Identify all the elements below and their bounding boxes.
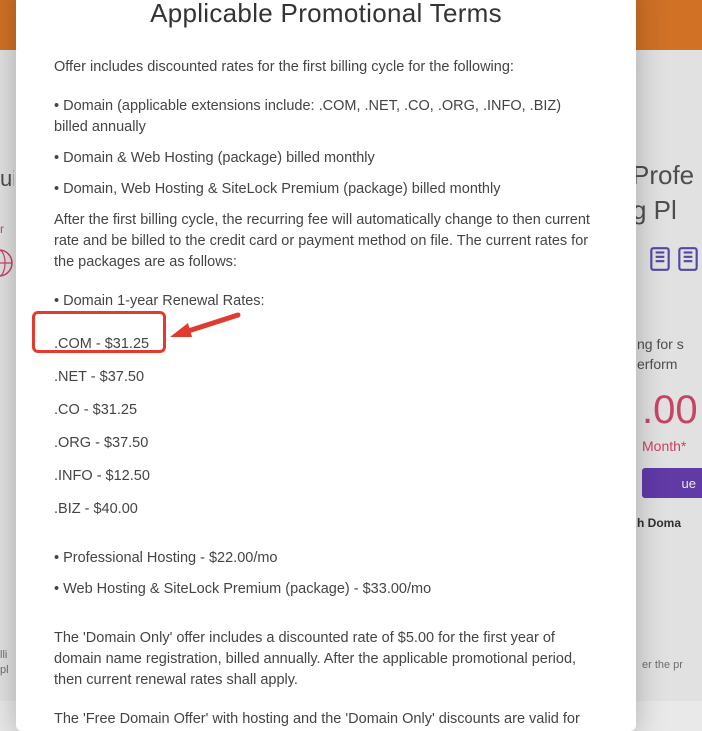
rate-co: .CO - $31.25 <box>54 400 598 421</box>
hosting-rates-list: • Professional Hosting - $22.00/mo • Web… <box>54 548 598 600</box>
modal-body: Offer includes discounted rates for the … <box>54 57 598 731</box>
rate-info: .INFO - $12.50 <box>54 466 598 487</box>
modal-title: Applicable Promotional Terms <box>54 0 598 29</box>
hosting-rate-item: • Professional Hosting - $22.00/mo <box>54 548 598 569</box>
bullet-item: • Domain, Web Hosting & SiteLock Premium… <box>54 179 598 200</box>
offer-bullets: • Domain (applicable extensions include:… <box>54 96 598 200</box>
domain-only-paragraph: The 'Domain Only' offer includes a disco… <box>54 628 598 691</box>
promotional-terms-modal: Applicable Promotional Terms Offer inclu… <box>16 0 636 731</box>
rate-net: .NET - $37.50 <box>54 367 598 388</box>
bullet-item: • Domain (applicable extensions include:… <box>54 96 598 138</box>
rate-com: .COM - $31.25 <box>54 334 598 355</box>
bullet-item: • Domain & Web Hosting (package) billed … <box>54 148 598 169</box>
rate-biz: .BIZ - $40.00 <box>54 499 598 520</box>
rates-heading: • Domain 1-year Renewal Rates: <box>54 291 598 312</box>
free-domain-paragraph: The 'Free Domain Offer' with hosting and… <box>54 709 598 731</box>
renewal-rates-list: .COM - $31.25 .NET - $37.50 .CO - $31.25… <box>54 334 598 520</box>
hosting-rate-item: • Web Hosting & SiteLock Premium (packag… <box>54 579 598 600</box>
after-cycle-paragraph: After the first billing cycle, the recur… <box>54 210 598 273</box>
rate-org: .ORG - $37.50 <box>54 433 598 454</box>
intro-paragraph: Offer includes discounted rates for the … <box>54 57 598 78</box>
